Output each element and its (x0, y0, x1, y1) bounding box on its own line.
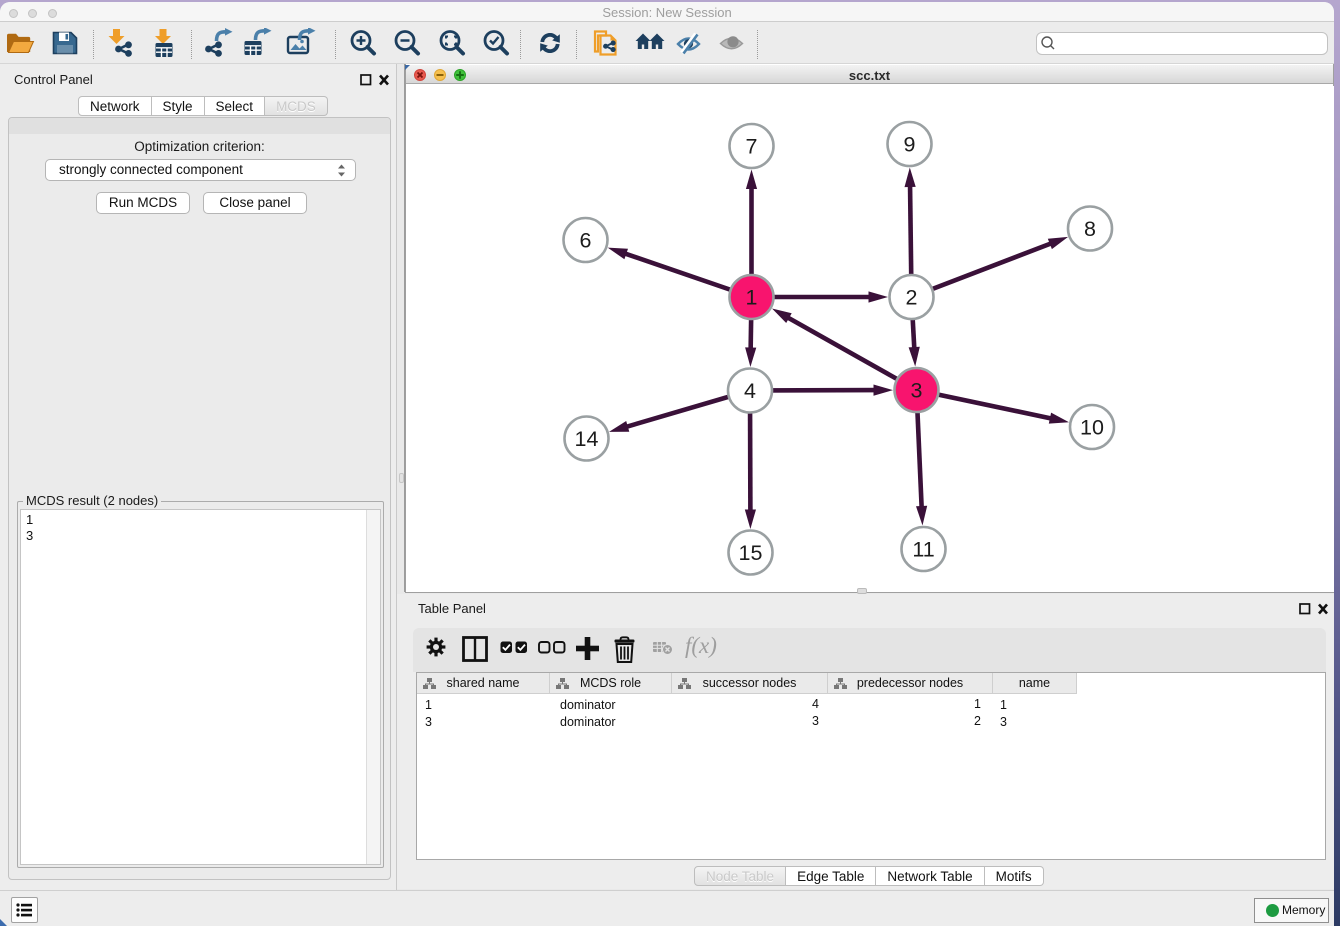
svg-text:6: 6 (580, 229, 592, 253)
svg-text:14: 14 (575, 427, 599, 451)
svg-text:9: 9 (904, 133, 916, 157)
svg-text:4: 4 (744, 379, 756, 403)
svg-text:10: 10 (1080, 416, 1104, 440)
svg-text:3: 3 (911, 379, 923, 403)
svg-text:2: 2 (906, 286, 918, 310)
svg-text:1: 1 (746, 286, 758, 310)
svg-text:8: 8 (1084, 217, 1096, 241)
svg-text:7: 7 (746, 135, 758, 159)
svg-text:15: 15 (739, 541, 763, 565)
svg-text:11: 11 (912, 538, 934, 562)
